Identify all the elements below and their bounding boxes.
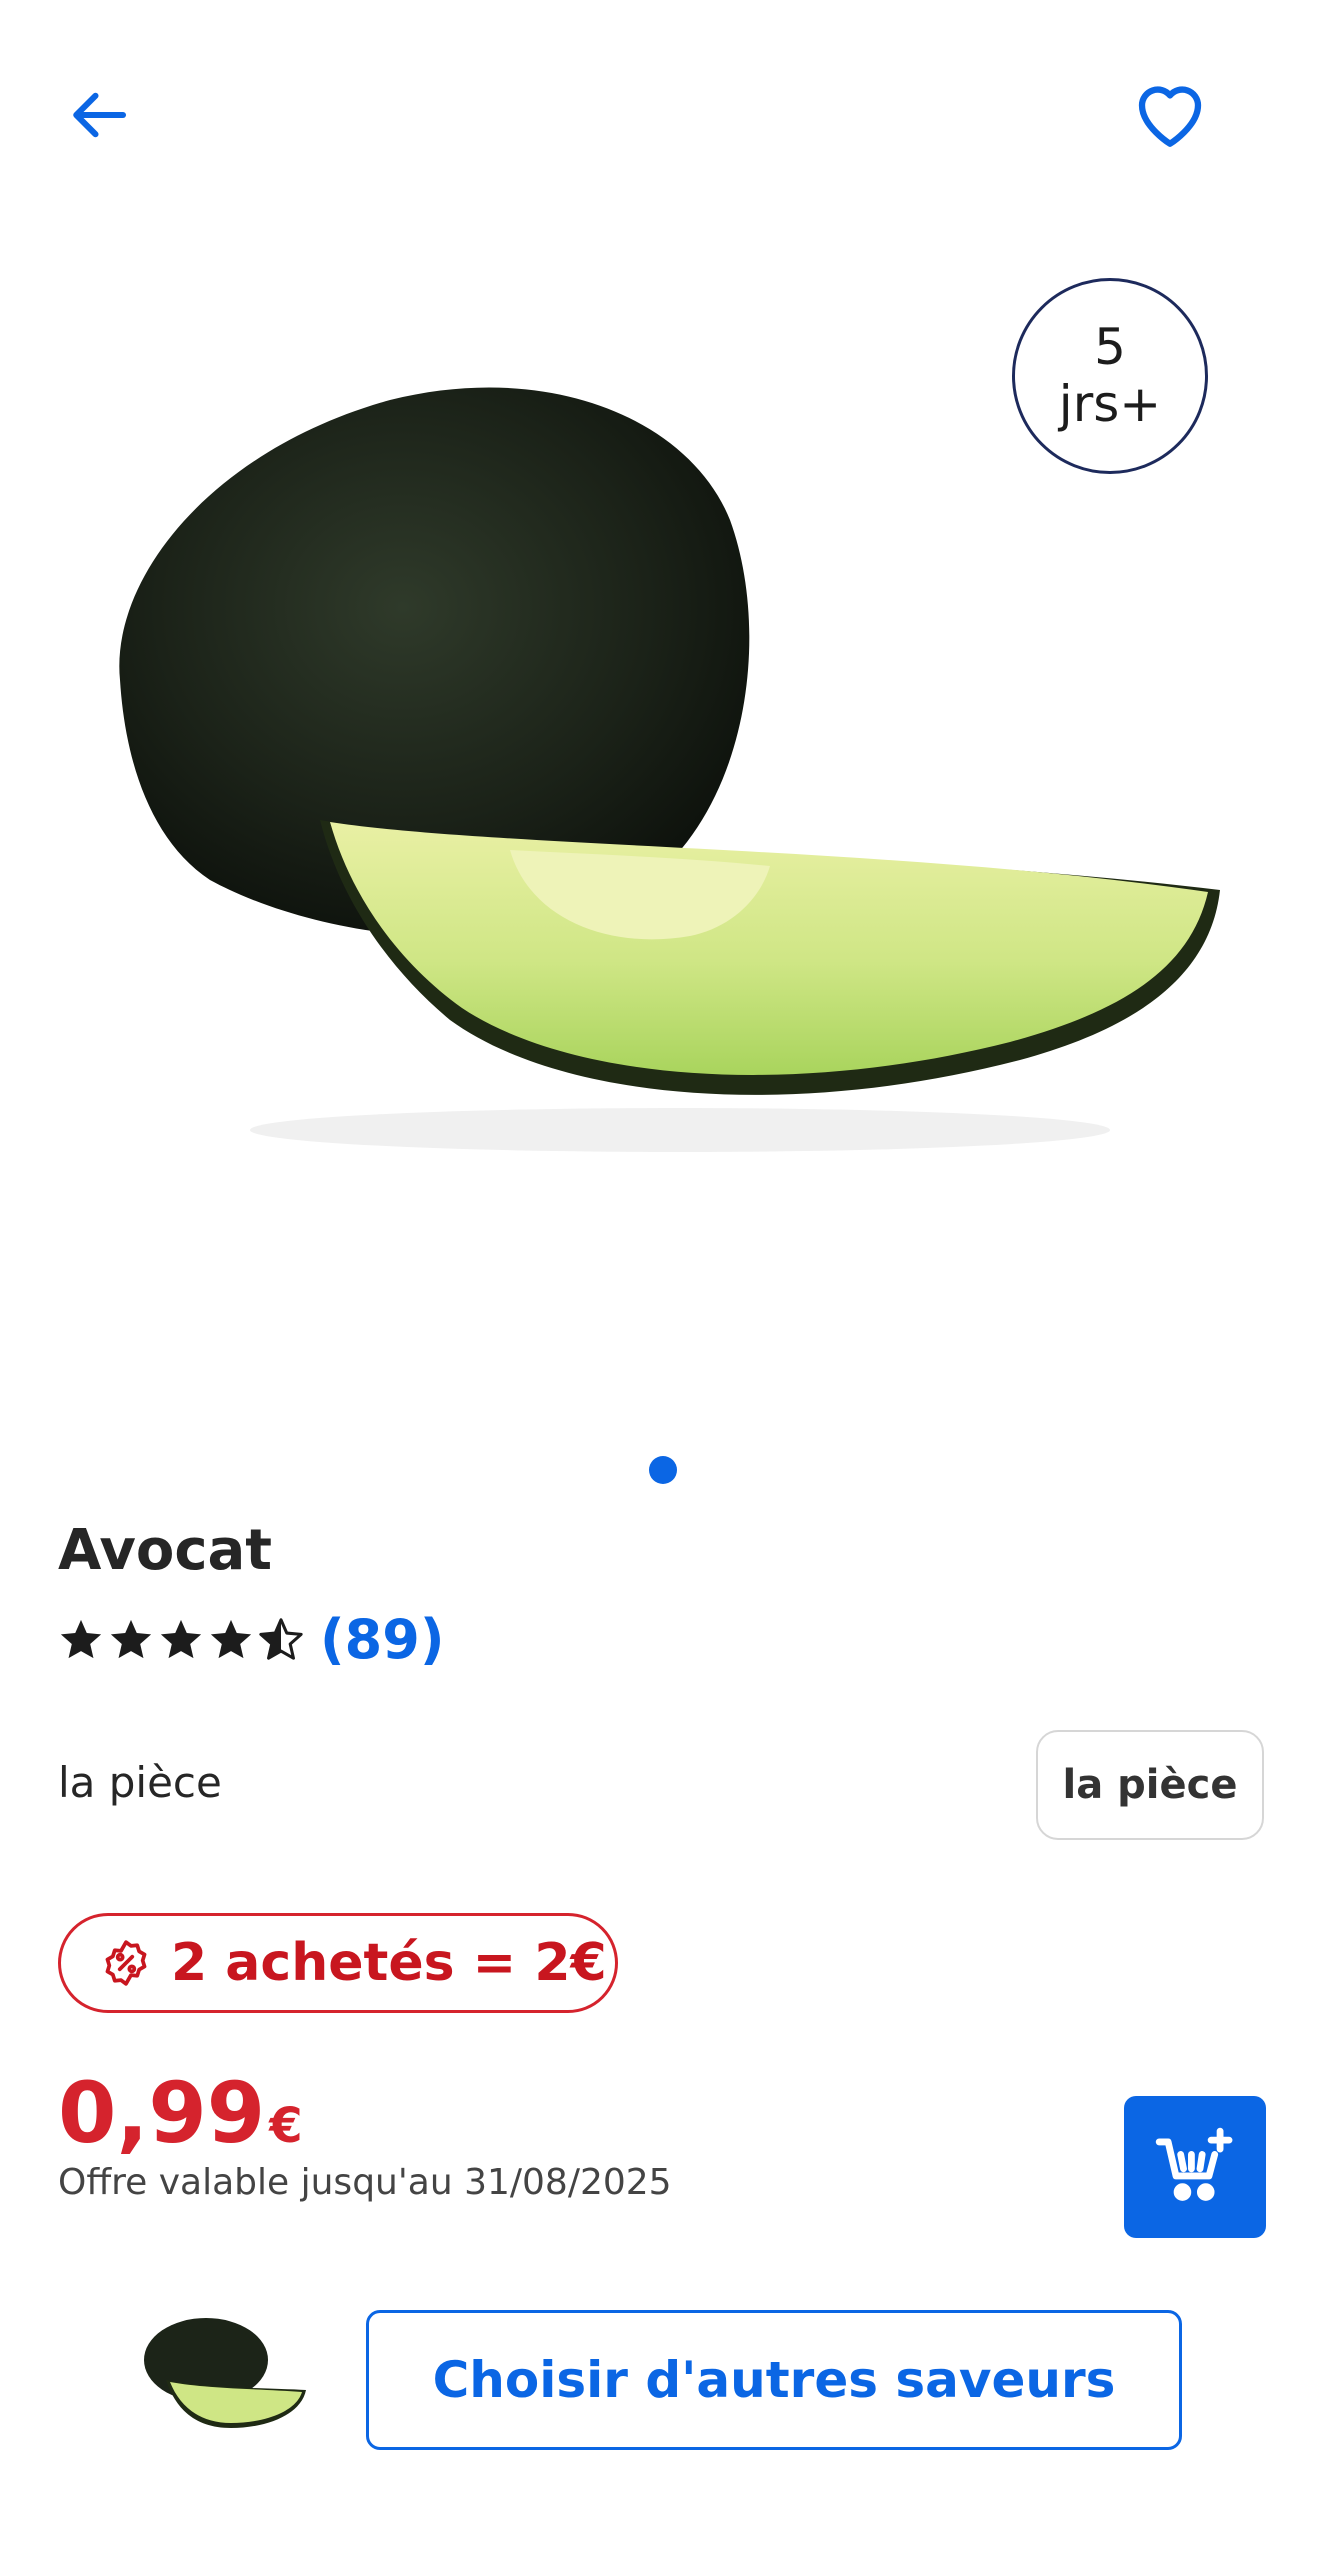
variant-thumbnail[interactable] xyxy=(136,2310,316,2440)
add-to-cart-button[interactable] xyxy=(1124,2096,1266,2238)
price: 0,99 € xyxy=(58,2064,303,2162)
rating-count[interactable]: (89) xyxy=(320,1608,445,1671)
product-page: 5 jrs+ Avocat (89) la pièce la pièce 2 a… xyxy=(0,0,1322,2560)
star-full-icon xyxy=(210,1619,252,1659)
rating[interactable]: (89) xyxy=(58,1604,445,1674)
promo-badge: 2 achetés = 2€ xyxy=(58,1913,618,2013)
star-full-icon xyxy=(110,1619,152,1659)
product-image[interactable] xyxy=(90,380,1240,1160)
heart-icon xyxy=(1138,86,1202,147)
arrow-left-icon xyxy=(73,92,127,138)
freshness-number: 5 xyxy=(1094,317,1126,376)
percent-tag-icon xyxy=(105,1940,147,1986)
price-value: 0,99 xyxy=(58,2064,266,2162)
star-full-icon xyxy=(60,1619,102,1659)
unit-label: la pièce xyxy=(58,1758,222,1807)
promo-text: 2 achetés = 2€ xyxy=(171,1933,607,1993)
cart-plus-icon xyxy=(1155,2127,1233,2201)
price-currency: € xyxy=(269,2098,303,2154)
carousel-dot-active[interactable] xyxy=(649,1456,677,1484)
offer-validity: Offre valable jusqu'au 31/08/2025 xyxy=(58,2162,672,2203)
star-half-icon xyxy=(259,1618,303,1660)
back-button[interactable] xyxy=(56,70,146,160)
other-flavors-button[interactable]: Choisir d'autres saveurs xyxy=(366,2310,1182,2450)
unit-select-button[interactable]: la pièce xyxy=(1036,1730,1264,1840)
rating-stars xyxy=(58,1616,304,1662)
favorite-button[interactable] xyxy=(1120,64,1220,164)
star-full-icon xyxy=(160,1619,202,1659)
product-title: Avocat xyxy=(58,1518,273,1583)
